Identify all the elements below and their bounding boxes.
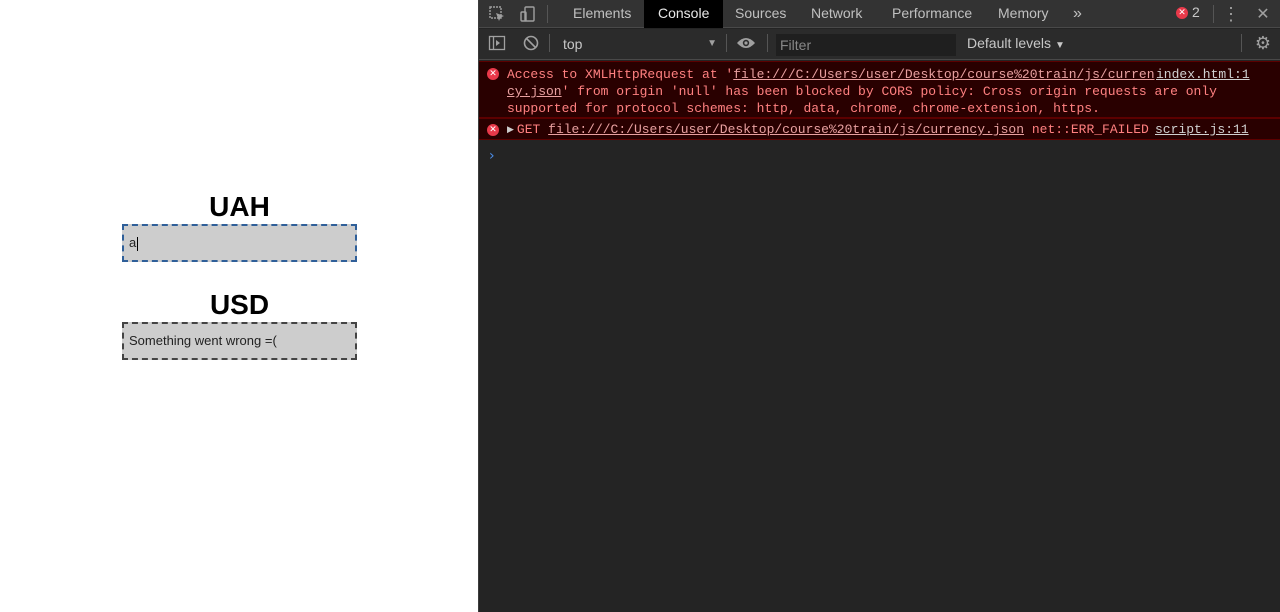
uah-block: UAH a [122,192,357,262]
source-link[interactable]: script.js:11 [1155,121,1249,138]
error-icon: ✕ [487,68,499,80]
toolbar-separator [726,34,727,52]
console-messages: ✕ Access to XMLHttpRequest at 'file:///C… [479,61,1280,164]
clear-console-icon[interactable] [521,33,541,53]
web-page: UAH a USD Something went wrong =( [0,0,478,612]
expand-triangle-icon[interactable]: ▶ [507,122,514,139]
message-text: ' from origin 'null' has been blocked by… [561,84,1217,99]
context-value: top [563,36,583,52]
devtools-tabbar: Elements Console Sources Network Perform… [479,0,1280,28]
tab-separator [1213,5,1214,23]
request-method: GET [516,122,541,137]
close-icon[interactable]: ✕ [1253,4,1273,24]
usd-title: USD [209,289,270,320]
tab-console[interactable]: Console [644,0,724,28]
tab-network[interactable]: Network [797,0,876,28]
toolbar-separator [767,34,768,52]
settings-gear-icon[interactable]: ⚙ [1253,33,1273,53]
uah-title: UAH [209,191,270,222]
error-count-icon[interactable]: ✕ [1176,7,1188,19]
log-levels-dropdown[interactable]: Default levels ▼ [967,35,1065,51]
levels-label: Default levels [967,35,1052,51]
toolbar-separator [549,34,550,52]
tab-elements[interactable]: Elements [559,0,645,28]
tab-separator [547,5,548,23]
devtools-panel: Elements Console Sources Network Perform… [478,0,1280,612]
tab-memory[interactable]: Memory [984,0,1063,28]
usd-input[interactable]: Something went wrong =( [122,322,357,360]
sidebar-toggle-icon[interactable] [487,33,507,53]
more-tabs-button[interactable]: » [1059,0,1096,28]
uah-input-value: a [129,235,137,250]
device-toggle-icon[interactable] [518,4,538,24]
kebab-menu-icon[interactable]: ⋮ [1221,4,1241,24]
usd-input-value: Something went wrong =( [129,333,277,348]
console-error-message: ✕ Access to XMLHttpRequest at 'file:///C… [479,61,1280,118]
console-prompt[interactable]: › [489,148,495,164]
url-link[interactable]: file:///C:/Users/user/Desktop/course%20t… [548,122,1024,137]
uah-input[interactable]: a [122,224,357,262]
message-line: cy.json' from origin 'null' has been blo… [507,83,1280,100]
message-line: supported for protocol schemes: http, da… [507,101,1100,116]
usd-block: USD Something went wrong =( [122,290,357,360]
console-error-message: ✕ ▶ GET file:///C:/Users/user/Desktop/cou… [479,118,1280,140]
eye-icon[interactable] [736,33,756,53]
url-link[interactable]: file:///C:/Users/user/Desktop/course%20t… [733,67,1154,82]
error-icon: ✕ [487,124,499,136]
chevron-down-icon: ▼ [707,38,717,49]
context-selector[interactable]: top ▼ [557,34,717,54]
url-link[interactable]: cy.json [507,84,562,99]
request-status: net::ERR_FAILED [1031,122,1149,137]
tab-performance[interactable]: Performance [878,0,986,28]
source-link[interactable]: index.html:1 [1156,66,1250,83]
filter-input[interactable]: Filter [776,34,956,56]
chevron-down-icon: ▼ [1054,40,1065,51]
error-count[interactable]: 2 [1192,4,1200,20]
text-caret [137,236,139,251]
filter-placeholder: Filter [780,37,812,53]
message-text: Access to XMLHttpRequest at ' [507,67,734,82]
toolbar-separator [1241,34,1242,52]
inspect-icon[interactable] [487,4,507,24]
tab-sources[interactable]: Sources [721,0,800,28]
console-toolbar: top ▼ Filter Default levels ▼ ⚙ [479,29,1280,60]
